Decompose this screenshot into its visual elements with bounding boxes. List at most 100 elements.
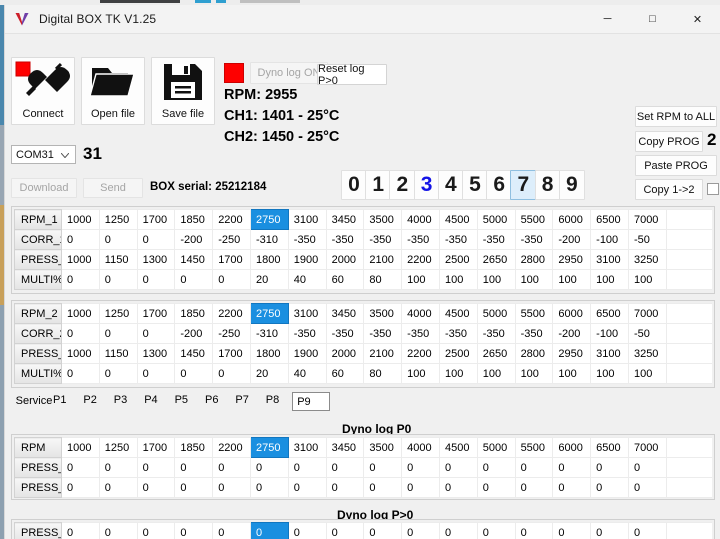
cell[interactable]: -200 bbox=[174, 323, 214, 344]
cell[interactable]: 4500 bbox=[438, 209, 478, 230]
cell[interactable]: -50 bbox=[627, 229, 667, 250]
cell[interactable]: 0 bbox=[136, 363, 176, 384]
cell[interactable]: -200 bbox=[552, 323, 592, 344]
cell[interactable]: 0 bbox=[98, 457, 138, 478]
cell[interactable]: 0 bbox=[136, 457, 176, 478]
cell[interactable]: 0 bbox=[61, 269, 100, 290]
minimize-icon[interactable]: ─ bbox=[585, 5, 630, 33]
cell[interactable]: 0 bbox=[61, 229, 100, 250]
cell[interactable]: 6500 bbox=[590, 209, 629, 230]
cell[interactable]: 7000 bbox=[627, 303, 667, 324]
cell[interactable]: 5500 bbox=[514, 437, 554, 458]
cell[interactable]: 3500 bbox=[363, 437, 403, 458]
cell[interactable]: 0 bbox=[98, 522, 138, 539]
cell[interactable]: -350 bbox=[476, 323, 516, 344]
cell[interactable]: 4000 bbox=[401, 437, 440, 458]
cell[interactable]: 1300 bbox=[136, 343, 176, 364]
set-rpm-to-all-button[interactable]: Set RPM to ALL bbox=[635, 106, 717, 127]
cell[interactable]: 0 bbox=[212, 269, 251, 290]
program-button-6[interactable]: 6 bbox=[486, 170, 513, 200]
cell[interactable]: -200 bbox=[174, 229, 214, 250]
cell[interactable]: 0 bbox=[552, 522, 592, 539]
cell[interactable]: 2800 bbox=[514, 249, 554, 270]
cell[interactable]: 0 bbox=[476, 477, 516, 498]
cell[interactable]: 1000 bbox=[61, 209, 100, 230]
cell[interactable]: -310 bbox=[249, 323, 289, 344]
cell[interactable]: -250 bbox=[212, 323, 251, 344]
cell[interactable]: -310 bbox=[249, 229, 289, 250]
cell[interactable]: 0 bbox=[287, 457, 327, 478]
cell[interactable]: 0 bbox=[325, 457, 365, 478]
program-button-8[interactable]: 8 bbox=[534, 170, 561, 200]
cell[interactable]: 2750 bbox=[249, 437, 289, 458]
cell[interactable]: 3100 bbox=[590, 249, 629, 270]
cell[interactable]: 0 bbox=[514, 522, 554, 539]
cell[interactable]: 100 bbox=[590, 363, 629, 384]
cell[interactable]: 3250 bbox=[627, 343, 667, 364]
cell[interactable]: 6000 bbox=[552, 303, 592, 324]
cell[interactable]: 3100 bbox=[287, 303, 327, 324]
program-button-4[interactable]: 4 bbox=[437, 170, 464, 200]
download-button[interactable]: Download bbox=[11, 178, 77, 198]
cell[interactable]: 1700 bbox=[212, 343, 251, 364]
cell[interactable]: 0 bbox=[174, 457, 214, 478]
cell[interactable]: 1800 bbox=[249, 343, 289, 364]
cell[interactable]: 1850 bbox=[174, 437, 214, 458]
cell[interactable]: 3500 bbox=[363, 303, 403, 324]
cell[interactable]: 5000 bbox=[476, 303, 516, 324]
cell[interactable]: -350 bbox=[476, 229, 516, 250]
open-file-button[interactable]: Open file bbox=[81, 57, 145, 125]
cell[interactable]: 4000 bbox=[401, 209, 440, 230]
cell[interactable]: 0 bbox=[61, 477, 100, 498]
cell[interactable]: 60 bbox=[325, 363, 365, 384]
cell[interactable]: -350 bbox=[401, 323, 440, 344]
cell[interactable]: -350 bbox=[363, 323, 403, 344]
cell[interactable]: 2000 bbox=[325, 343, 365, 364]
cell[interactable]: 2100 bbox=[363, 343, 403, 364]
cell[interactable]: 4500 bbox=[438, 437, 478, 458]
cell[interactable]: 80 bbox=[363, 363, 403, 384]
cell[interactable]: 0 bbox=[438, 477, 478, 498]
cell[interactable]: 2750 bbox=[249, 303, 289, 324]
cell[interactable]: -50 bbox=[627, 323, 667, 344]
cell[interactable]: 0 bbox=[476, 522, 516, 539]
cell[interactable]: 2000 bbox=[325, 249, 365, 270]
cell[interactable]: 2800 bbox=[514, 343, 554, 364]
cell[interactable]: 100 bbox=[476, 363, 516, 384]
cell[interactable]: -350 bbox=[325, 323, 365, 344]
service-tab-P5[interactable]: P5 bbox=[171, 392, 197, 408]
cell[interactable]: 1300 bbox=[136, 249, 176, 270]
program-button-3[interactable]: 3 bbox=[413, 170, 440, 200]
cell[interactable]: -350 bbox=[438, 229, 478, 250]
cell[interactable]: 5500 bbox=[514, 303, 554, 324]
cell[interactable]: 0 bbox=[363, 522, 403, 539]
cell[interactable]: 100 bbox=[627, 363, 667, 384]
cell[interactable]: 0 bbox=[514, 477, 554, 498]
cell[interactable]: 1850 bbox=[174, 209, 214, 230]
cell[interactable]: 1850 bbox=[174, 303, 214, 324]
cell[interactable]: -350 bbox=[438, 323, 478, 344]
cell[interactable]: 0 bbox=[61, 457, 100, 478]
cell[interactable]: 1150 bbox=[98, 249, 138, 270]
cell[interactable]: 100 bbox=[514, 269, 554, 290]
com-port-select[interactable]: COM31 bbox=[11, 145, 76, 164]
cell[interactable]: 0 bbox=[212, 363, 251, 384]
cell[interactable]: 0 bbox=[136, 477, 176, 498]
cell[interactable]: 5000 bbox=[476, 209, 516, 230]
service-tab-P1[interactable]: P1 bbox=[49, 392, 75, 408]
cell[interactable]: 0 bbox=[590, 477, 629, 498]
cell[interactable]: -350 bbox=[401, 229, 440, 250]
service-tab-P4[interactable]: P4 bbox=[140, 392, 166, 408]
cell[interactable]: 1700 bbox=[136, 437, 176, 458]
cell[interactable]: 0 bbox=[174, 477, 214, 498]
cell[interactable]: 0 bbox=[61, 522, 100, 539]
cell[interactable]: 6500 bbox=[590, 437, 629, 458]
cell[interactable]: 0 bbox=[212, 522, 251, 539]
cell[interactable]: 0 bbox=[476, 457, 516, 478]
connect-button[interactable]: Connect bbox=[11, 57, 75, 125]
cell[interactable]: 0 bbox=[136, 323, 176, 344]
cell[interactable]: 3450 bbox=[325, 209, 365, 230]
cell[interactable]: 6500 bbox=[590, 303, 629, 324]
cell[interactable]: 80 bbox=[363, 269, 403, 290]
copy-1-to-2-button[interactable]: Copy 1->2 bbox=[635, 179, 703, 200]
